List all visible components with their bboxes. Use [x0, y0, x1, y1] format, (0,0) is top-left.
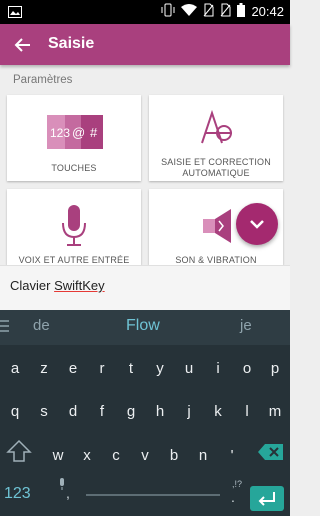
- key[interactable]: ': [220, 447, 244, 464]
- key[interactable]: z: [32, 360, 56, 377]
- card-label: SAISIE ET CORRECTION AUTOMATIQUE: [161, 157, 271, 178]
- vibrate-icon: [161, 3, 175, 20]
- svg-text:@: @: [72, 125, 85, 140]
- key[interactable]: k: [206, 403, 230, 420]
- field-word: SwiftKey: [54, 278, 105, 293]
- app-bar: Saisie: [0, 24, 290, 65]
- card-typing-correction[interactable]: SAISIE ET CORRECTION AUTOMATIQUE: [149, 95, 283, 181]
- key[interactable]: s: [32, 403, 56, 420]
- key[interactable]: r: [90, 360, 114, 377]
- key[interactable]: p: [263, 360, 287, 377]
- key[interactable]: b: [162, 447, 186, 464]
- field-text: Clavier: [10, 278, 55, 293]
- space-bar[interactable]: [86, 494, 220, 496]
- key[interactable]: n: [191, 447, 215, 464]
- period-key[interactable]: .: [231, 489, 235, 505]
- chevron-down-icon: [250, 220, 264, 229]
- shift-icon[interactable]: [6, 439, 34, 465]
- no-sim-icon: [220, 3, 231, 20]
- key[interactable]: a: [3, 360, 27, 377]
- key[interactable]: d: [61, 403, 85, 420]
- battery-icon: [237, 3, 246, 20]
- keyboard: de Flow je a z e r t y u i o p q s d f g…: [0, 309, 290, 516]
- key[interactable]: j: [177, 403, 201, 420]
- key[interactable]: q: [3, 403, 27, 420]
- key[interactable]: u: [177, 360, 201, 377]
- card-keys[interactable]: 123 @ # TOUCHES: [7, 95, 141, 181]
- enter-icon[interactable]: [250, 486, 284, 511]
- comma-key[interactable]: ,: [66, 485, 70, 501]
- key[interactable]: x: [75, 447, 99, 464]
- key[interactable]: g: [119, 403, 143, 420]
- typing-correction-icon: [199, 109, 235, 150]
- speaker-icon: [203, 207, 237, 250]
- page-title: Saisie: [48, 35, 95, 52]
- svg-text:123: 123: [50, 126, 70, 140]
- key[interactable]: m: [263, 403, 287, 420]
- key[interactable]: f: [90, 403, 114, 420]
- key[interactable]: i: [206, 360, 230, 377]
- expand-fab[interactable]: [236, 203, 278, 245]
- text-input-field[interactable]: Clavier SwiftKey: [0, 265, 290, 310]
- section-title: Paramètres: [13, 74, 73, 86]
- svg-text:#: #: [90, 125, 98, 140]
- suggestion-center[interactable]: Flow: [126, 317, 160, 335]
- backspace-icon[interactable]: [258, 443, 284, 461]
- image-icon: [8, 5, 22, 23]
- key[interactable]: l: [235, 403, 259, 420]
- numbers-key[interactable]: 123: [4, 485, 31, 503]
- key[interactable]: w: [46, 447, 70, 464]
- status-time: 20:42: [251, 4, 284, 19]
- key[interactable]: e: [61, 360, 85, 377]
- punctuation-hint: ,!?: [232, 479, 243, 489]
- card-label: TOUCHES: [51, 163, 97, 173]
- key[interactable]: t: [119, 360, 143, 377]
- card-voice-input[interactable]: VOIX ET AUTRE ENTRÉE: [7, 189, 141, 265]
- key[interactable]: h: [148, 403, 172, 420]
- suggestion-right[interactable]: je: [240, 317, 252, 334]
- arrow-back-icon[interactable]: [12, 34, 34, 56]
- suggestion-bar: de Flow je: [0, 309, 290, 345]
- status-bar: 20:42: [0, 0, 290, 24]
- key[interactable]: v: [133, 447, 157, 464]
- keys-icon: 123 @ #: [47, 115, 103, 154]
- no-sim-icon: [203, 3, 214, 20]
- key[interactable]: o: [235, 360, 259, 377]
- key[interactable]: y: [148, 360, 172, 377]
- wifi-icon: [181, 3, 198, 20]
- microphone-icon: [61, 205, 87, 254]
- menu-icon[interactable]: [0, 319, 10, 338]
- suggestion-left[interactable]: de: [33, 317, 50, 334]
- key[interactable]: c: [104, 447, 128, 464]
